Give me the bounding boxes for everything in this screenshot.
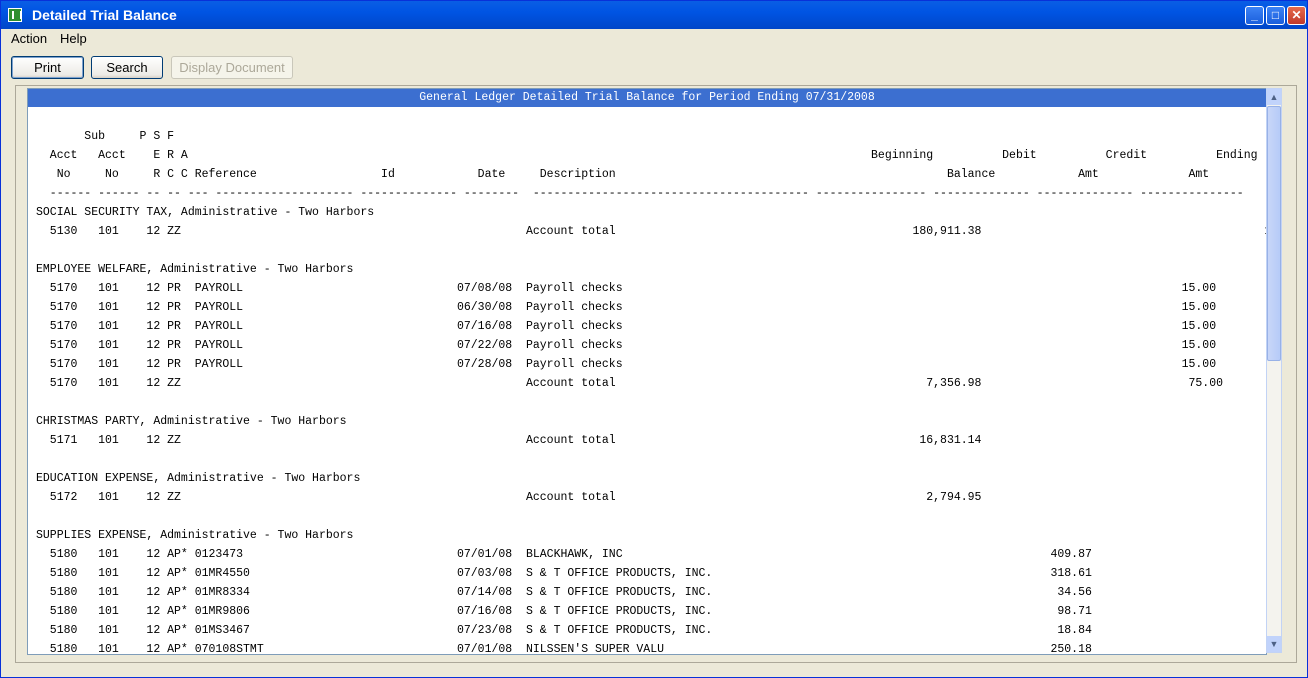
print-button[interactable]: Print	[11, 56, 84, 79]
maximize-icon[interactable]: □	[1266, 6, 1285, 25]
scroll-up-icon[interactable]: ▲	[1267, 89, 1281, 105]
minimize-icon[interactable]: _	[1245, 6, 1264, 25]
report-title: General Ledger Detailed Trial Balance fo…	[28, 89, 1266, 107]
report-text: Sub P S F Acct Acct E R A Beginning Debi…	[36, 130, 1266, 655]
vertical-scrollbar[interactable]: ▲ ▼	[1266, 88, 1282, 653]
menu-action[interactable]: Action	[11, 31, 47, 46]
search-button[interactable]: Search	[91, 56, 163, 79]
window-title: Detailed Trial Balance	[32, 7, 177, 23]
close-icon[interactable]: ✕	[1287, 6, 1306, 25]
app-icon	[8, 8, 22, 22]
menu-bar: Action Help	[1, 29, 1307, 49]
app-window: Detailed Trial Balance _ □ ✕ Action Help…	[0, 0, 1308, 678]
scroll-down-icon[interactable]: ▼	[1267, 636, 1281, 652]
title-bar[interactable]: Detailed Trial Balance _ □ ✕	[1, 1, 1307, 29]
display-document-button[interactable]: Display Document	[171, 56, 293, 79]
menu-help[interactable]: Help	[60, 31, 87, 46]
report-view[interactable]: General Ledger Detailed Trial Balance fo…	[27, 88, 1267, 655]
toolbar: Print Search Display Document	[1, 53, 1307, 81]
scroll-thumb[interactable]	[1267, 106, 1281, 361]
